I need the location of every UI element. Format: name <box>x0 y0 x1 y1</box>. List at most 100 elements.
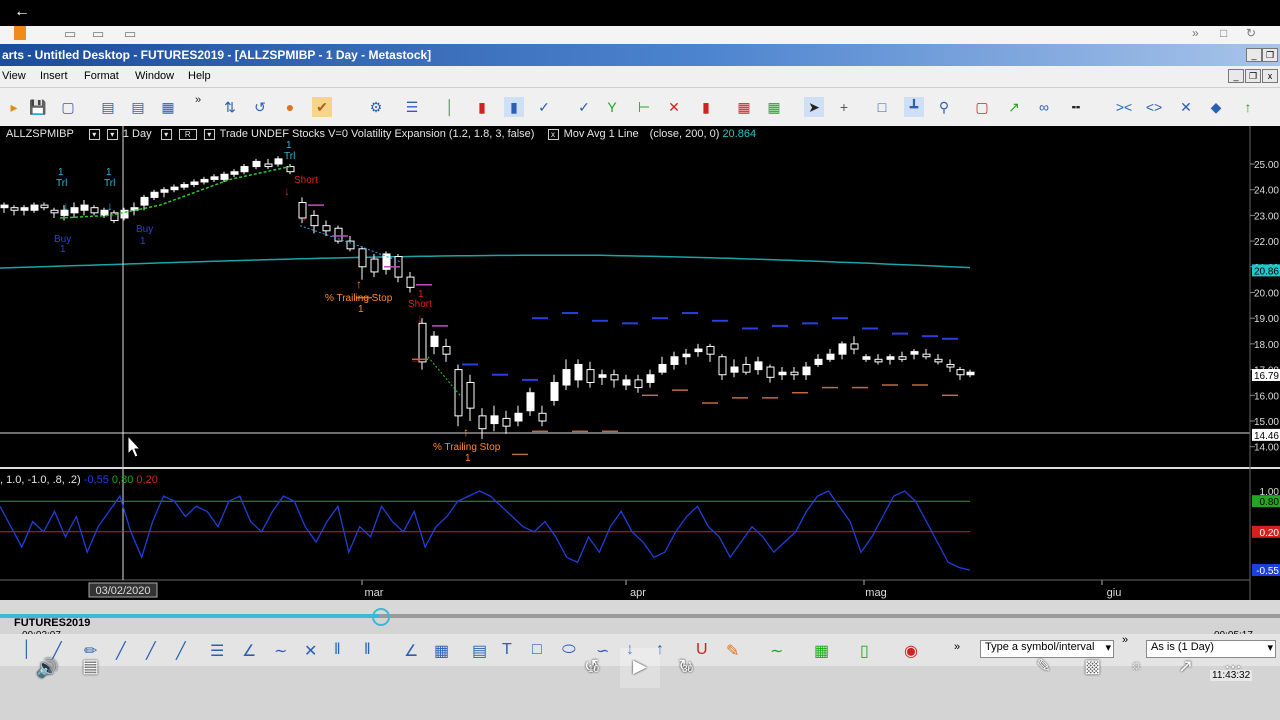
brush-icon[interactable]: ✎ <box>726 641 739 661</box>
pointer-icon[interactable]: ➤ <box>804 97 824 117</box>
chevron-down-icon[interactable]: ▾ <box>1267 641 1273 654</box>
restore-button[interactable]: ❐ <box>1262 48 1278 62</box>
snap-icon[interactable]: ┻ <box>904 97 924 117</box>
refresh-icon[interactable]: ↻ <box>1246 26 1256 40</box>
bar-icon[interactable]: ▮ <box>696 97 716 117</box>
open-icon[interactable]: ▸ <box>4 97 24 117</box>
menu-view[interactable]: View <box>2 70 26 82</box>
grid-icon[interactable]: ▦ <box>158 97 178 117</box>
progress-handle[interactable] <box>371 608 390 626</box>
indicator-icon[interactable]: Y <box>602 97 622 117</box>
expert-icon[interactable]: ✔ <box>312 97 332 117</box>
gann-tool-icon[interactable]: ✕ <box>304 641 317 661</box>
chevron-down-icon[interactable]: ▾ <box>1105 641 1111 654</box>
chart-style-icon[interactable]: ▦ <box>814 641 829 661</box>
desktop-tab[interactable]: FUTURES2019 <box>14 617 90 629</box>
candle-icon[interactable]: ▮ <box>472 97 492 117</box>
trend-icon[interactable]: ↗ <box>1004 97 1024 117</box>
cursor-tool-icon[interactable]: │ <box>22 641 32 659</box>
equivolume-icon[interactable]: ▦ <box>764 97 784 117</box>
mdi-minimize-button[interactable]: _ <box>1228 69 1244 83</box>
menu-insert[interactable]: Insert <box>40 70 68 82</box>
save-icon[interactable]: 💾 <box>28 97 48 117</box>
dropdown-icon[interactable]: ▾ <box>160 128 172 140</box>
mdi-restore-button[interactable]: ❐ <box>1245 69 1261 83</box>
text-tool-icon[interactable]: T <box>502 641 512 659</box>
progress-track[interactable] <box>0 614 1280 618</box>
columns-icon[interactable]: ╍ <box>1066 97 1086 117</box>
channel-tool-icon[interactable]: ╱ <box>146 641 156 661</box>
play-button[interactable]: ▶ <box>620 648 660 688</box>
calc-tool-icon[interactable]: ▤ <box>472 641 487 661</box>
line-chart-icon[interactable]: ✓ <box>534 97 554 117</box>
link-icon[interactable]: ∞ <box>1034 97 1054 117</box>
clipboard-icon[interactable]: □ <box>1220 26 1227 40</box>
color-icon[interactable]: ◉ <box>904 641 918 661</box>
ellipse-tool-icon[interactable]: ⬭ <box>562 641 576 659</box>
360-icon[interactable]: ☼ <box>1130 656 1143 672</box>
settings-icon[interactable]: ⚙ <box>366 97 386 117</box>
print-icon[interactable]: ▢ <box>58 97 78 117</box>
candlestick-icon[interactable]: ▮ <box>504 97 524 117</box>
bar-chart-icon[interactable]: │ <box>440 97 460 117</box>
back-arrow-icon[interactable]: ← <box>14 3 30 21</box>
xo-icon[interactable]: ✕ <box>664 97 684 117</box>
window-icon[interactable]: ▢ <box>972 97 992 117</box>
close-icon[interactable]: x <box>547 128 559 140</box>
angle-tool-icon[interactable]: ∠ <box>242 641 256 661</box>
dropdown-icon[interactable]: ▾ <box>88 128 100 140</box>
overflow-icon[interactable]: » <box>1122 634 1128 646</box>
fullscreen-exit-icon[interactable]: ↗ <box>1178 656 1193 677</box>
fib-tool-icon[interactable]: ☰ <box>210 641 224 661</box>
magnet-icon[interactable]: U <box>696 641 708 659</box>
rectangle-tool-icon[interactable]: □ <box>532 641 542 659</box>
point-figure-icon[interactable]: ⊢ <box>634 97 654 117</box>
interval-select[interactable]: As is (1 Day) ▾ <box>1146 640 1276 658</box>
arc-tool-icon[interactable]: ∼ <box>274 641 287 661</box>
cycle-icon[interactable]: ↺ <box>250 97 270 117</box>
channel-tool-icon[interactable]: ╱ <box>176 641 186 661</box>
chart-area[interactable]: 25.0024.0023.0022.0021.0020.0019.0018.00… <box>0 126 1280 600</box>
indicator-icon[interactable]: ✓ <box>574 97 594 117</box>
zoom-in-icon[interactable]: ◆ <box>1206 97 1226 117</box>
dropdown-icon[interactable]: ▾ <box>203 128 215 140</box>
candle-down <box>264 163 273 168</box>
screen-icon[interactable]: ▩ <box>1084 656 1101 677</box>
expert-badge-icon[interactable]: R <box>178 128 197 140</box>
zoom-out-icon[interactable]: ✕ <box>1176 97 1196 117</box>
edit-icon[interactable]: ✎ <box>1036 656 1051 677</box>
page-icon[interactable]: ▤ <box>98 97 118 117</box>
cycle-tool-icon[interactable]: ‖ <box>334 641 341 659</box>
price-chart[interactable]: 25.0024.0023.0022.0021.0020.0019.0018.00… <box>0 126 1280 600</box>
up-arrow-icon[interactable]: ↑ <box>1238 97 1258 117</box>
volume-icon[interactable]: ▦ <box>734 97 754 117</box>
link-icon[interactable]: ● <box>280 97 300 117</box>
expand-icon[interactable]: <> <box>1144 97 1164 117</box>
overflow-icon[interactable]: » <box>954 641 960 653</box>
grid-tool-icon[interactable]: ▦ <box>434 641 449 661</box>
expand-icon[interactable]: » <box>1192 26 1199 40</box>
bar-style-icon[interactable]: ▯ <box>860 641 869 661</box>
menu-help[interactable]: Help <box>188 70 211 82</box>
minimize-button[interactable]: _ <box>1246 48 1262 62</box>
menu-format[interactable]: Format <box>84 70 119 82</box>
zoom-icon[interactable]: ⚲ <box>934 97 954 117</box>
mdi-close-button[interactable]: x <box>1262 69 1278 83</box>
line-color-icon[interactable]: ∼ <box>770 641 783 661</box>
page-icon[interactable]: ▤ <box>128 97 148 117</box>
candle-up <box>814 358 823 365</box>
dropdown-icon[interactable]: ▾ <box>106 128 118 140</box>
crosshair-icon[interactable]: + <box>834 97 854 117</box>
comment-icon[interactable]: □ <box>872 97 892 117</box>
chart-properties-icon[interactable]: ☰ <box>402 97 422 117</box>
channel-tool-icon[interactable]: ╱ <box>116 641 126 661</box>
volume-icon[interactable]: 🔊 <box>36 658 58 679</box>
regression-tool-icon[interactable]: ∠ <box>404 641 418 661</box>
compress-icon[interactable]: >< <box>1114 97 1134 117</box>
captions-icon[interactable]: ▤ <box>82 656 99 677</box>
line-study-icon[interactable]: ⇅ <box>220 97 240 117</box>
cycle-tool-icon[interactable]: ‖ <box>364 641 371 659</box>
indicator-value-blue: -0,55 <box>83 474 109 486</box>
menu-window[interactable]: Window <box>135 70 174 82</box>
overflow-icon[interactable]: » <box>188 90 208 110</box>
